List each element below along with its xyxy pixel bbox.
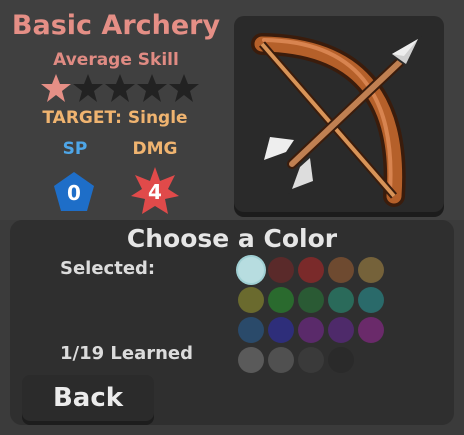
skill-title: Basic Archery xyxy=(11,10,221,41)
color-swatch[interactable] xyxy=(358,317,384,343)
sp-value: 0 xyxy=(67,181,81,205)
color-swatch[interactable] xyxy=(268,347,294,373)
selected-color-label: Selected: xyxy=(60,258,156,279)
skill-icon-frame xyxy=(234,16,444,212)
bow-and-arrow-icon xyxy=(251,33,422,207)
color-swatch[interactable] xyxy=(328,257,354,283)
dmg-value: 4 xyxy=(148,180,162,204)
color-swatch[interactable] xyxy=(328,287,354,313)
learned-count-label: 1/19 Learned xyxy=(60,343,194,364)
color-swatch[interactable] xyxy=(298,287,324,313)
star-empty-icon xyxy=(137,74,167,102)
color-swatch[interactable] xyxy=(268,287,294,313)
back-button[interactable]: Back xyxy=(22,375,154,421)
color-swatch[interactable] xyxy=(298,347,324,373)
color-chooser-title: Choose a Color xyxy=(126,224,338,253)
dmg-badge: 4 xyxy=(130,166,180,216)
star-empty-icon xyxy=(73,74,103,102)
star-empty-icon xyxy=(169,74,199,102)
sp-badge: 0 xyxy=(52,170,96,214)
skill-level-label: Average Skill xyxy=(53,50,179,70)
color-swatch[interactable] xyxy=(358,287,384,313)
color-swatch[interactable] xyxy=(268,317,294,343)
color-swatch[interactable] xyxy=(298,317,324,343)
color-swatch[interactable] xyxy=(268,257,294,283)
dmg-label: DMG xyxy=(132,139,178,159)
star-empty-icon xyxy=(105,74,135,102)
sp-label: SP xyxy=(62,139,88,159)
star-filled-icon xyxy=(41,74,71,102)
color-swatch-selected[interactable] xyxy=(238,257,264,283)
color-swatch[interactable] xyxy=(298,257,324,283)
skill-rating-stars xyxy=(40,72,200,106)
color-swatch[interactable] xyxy=(238,317,264,343)
color-swatch[interactable] xyxy=(328,347,354,373)
color-swatch[interactable] xyxy=(238,287,264,313)
color-swatch[interactable] xyxy=(328,317,354,343)
color-swatch[interactable] xyxy=(238,347,264,373)
color-swatch[interactable] xyxy=(358,257,384,283)
target-type-label: TARGET: Single xyxy=(42,108,188,128)
